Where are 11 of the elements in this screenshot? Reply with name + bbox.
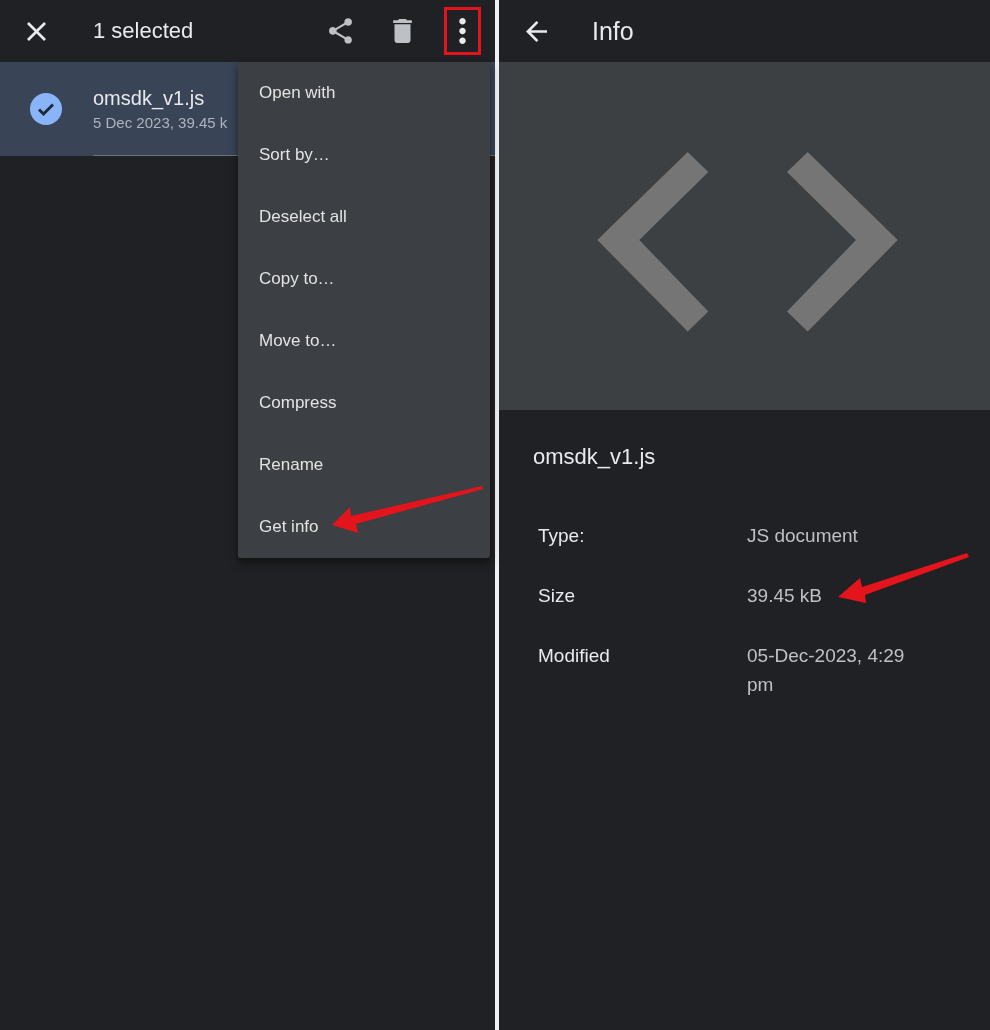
property-label: Size [538, 584, 575, 608]
file-name: omsdk_v1.js [93, 85, 205, 110]
property-value: JS document [747, 524, 858, 548]
selection-count: 1 selected [93, 17, 194, 45]
property-value: 39.45 kB [747, 584, 822, 608]
screen-title: Info [592, 16, 634, 46]
info-file-name: omsdk_v1.js [533, 443, 656, 471]
property-value: 05-Dec-2023, 4:29 pm [747, 644, 906, 697]
file-details: 5 Dec 2023, 39.45 k [93, 113, 228, 132]
property-label: Modified [538, 644, 610, 668]
property-label: Type: [538, 524, 585, 548]
